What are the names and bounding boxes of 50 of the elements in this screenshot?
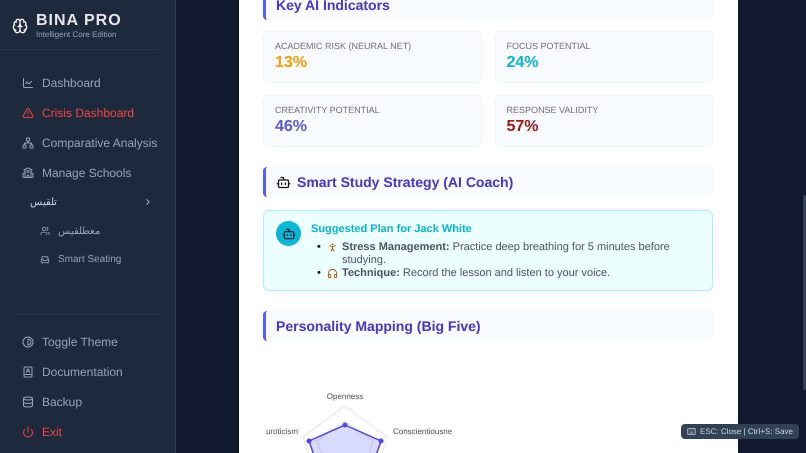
nav-item[interactable]: Crisis Dashboard <box>22 98 175 128</box>
robot-avatar <box>276 221 301 246</box>
tip-text: Stress Management: Practice deep breathing for 5 minutes before studying. <box>342 241 671 267</box>
axis-label: Openness <box>326 392 364 401</box>
nav-icon <box>22 167 34 179</box>
indicator-label: RESPONSE VALIDITY <box>506 105 600 115</box>
section-heading: Key AI Indicators <box>263 0 713 20</box>
indicator-value: 57% <box>506 118 540 136</box>
nav-item[interactable]: Exit <box>22 417 175 447</box>
submenu-item[interactable]: معطلقيس <box>0 216 175 245</box>
indicator-value: 46% <box>275 118 308 136</box>
submenu-item[interactable]: Smart Seating <box>0 245 175 274</box>
list-bullet: • <box>317 267 322 280</box>
nav-item[interactable]: Manage Schools <box>22 158 175 188</box>
submenu-icon <box>40 254 50 264</box>
plan-title: Suggested Plan for Jack White <box>311 223 473 235</box>
hint-text: ESC: Close | Ctrl+S: Save <box>700 427 793 436</box>
indicator-label: CREATIVITY POTENTIAL <box>275 105 381 115</box>
robot-icon <box>276 174 291 190</box>
tip-icon <box>327 242 338 253</box>
indicator-label: FOCUS POTENTIAL <box>506 41 592 51</box>
submenu-icon <box>40 226 50 236</box>
axis-label: Conscientiousne <box>393 427 452 436</box>
app-title: BINA PRO <box>36 12 122 30</box>
nav-icon <box>22 107 34 119</box>
indicator-label: ACADEMIC RISK (NEURAL NET) <box>275 41 412 51</box>
nav-icon <box>22 137 34 149</box>
scrollbar[interactable] <box>803 195 806 390</box>
nav-icon <box>22 396 34 408</box>
section-heading: Smart Study Strategy (AI Coach) <box>297 174 514 190</box>
app-subtitle: Intelligent Core Edition <box>36 30 118 39</box>
nav-icon <box>22 77 34 89</box>
nav-item[interactable]: Comparative Analysis <box>22 128 175 158</box>
submenu-toggle[interactable]: تلقيس <box>0 188 175 216</box>
section-heading: Personality Mapping (Big Five) <box>263 311 713 341</box>
nav-item[interactable]: Documentation <box>22 357 175 387</box>
nav-item[interactable]: Dashboard <box>22 68 175 98</box>
tip-icon <box>327 268 338 279</box>
tip-text: Technique: Record the lesson and listen to your voice. <box>342 267 610 280</box>
nav-icon <box>22 366 34 378</box>
indicator-value: 24% <box>506 54 540 72</box>
keyboard-icon <box>687 427 696 436</box>
indicator-value: 13% <box>275 54 308 72</box>
list-bullet: • <box>317 241 322 254</box>
nav-item[interactable]: Backup <box>22 387 175 417</box>
brain-icon <box>12 18 28 34</box>
nav-item[interactable]: Toggle Theme <box>22 327 175 357</box>
nav-icon <box>22 426 34 438</box>
axis-label: uroticism <box>266 427 298 436</box>
nav-icon <box>22 336 34 348</box>
